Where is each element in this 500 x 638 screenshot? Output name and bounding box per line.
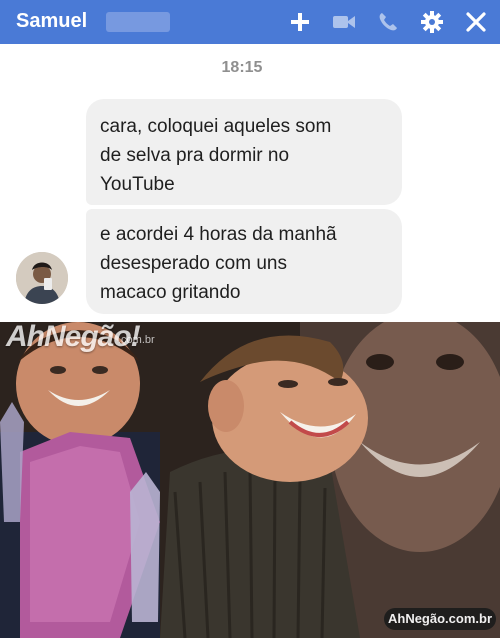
message-line: desesperado com uns	[100, 253, 287, 274]
contact-name[interactable]: Samuel	[16, 10, 87, 33]
meme-image: AhNegão! .com.br AhNegão.com.br	[0, 322, 500, 638]
close-icon[interactable]	[464, 10, 488, 34]
message-line: de selva pra dormir no	[100, 145, 290, 166]
chat-header: Samuel	[0, 0, 500, 44]
avatar[interactable]	[16, 252, 68, 304]
message-line: cara, coloquei aqueles som	[100, 116, 332, 137]
phone-icon[interactable]	[376, 10, 400, 34]
message-line: macaco gritando	[100, 282, 241, 303]
message-timestamp: 18:15	[221, 59, 263, 76]
blurred-surname	[106, 12, 170, 32]
gear-icon[interactable]	[420, 10, 444, 34]
watermark-domain: .com.br	[118, 334, 155, 346]
message-line: YouTube	[100, 174, 175, 195]
message-bubble[interactable]: cara, coloquei aqueles som de selva pra …	[86, 99, 402, 205]
plus-icon[interactable]	[288, 10, 312, 34]
video-camera-icon[interactable]	[332, 10, 356, 34]
meme-illustration	[0, 322, 500, 638]
header-actions	[268, 8, 488, 36]
message-line: e acordei 4 horas da manhã	[100, 224, 337, 245]
message-bubble[interactable]: e acordei 4 horas da manhã desesperado c…	[86, 209, 402, 314]
source-badge[interactable]: AhNegão.com.br	[384, 608, 496, 630]
